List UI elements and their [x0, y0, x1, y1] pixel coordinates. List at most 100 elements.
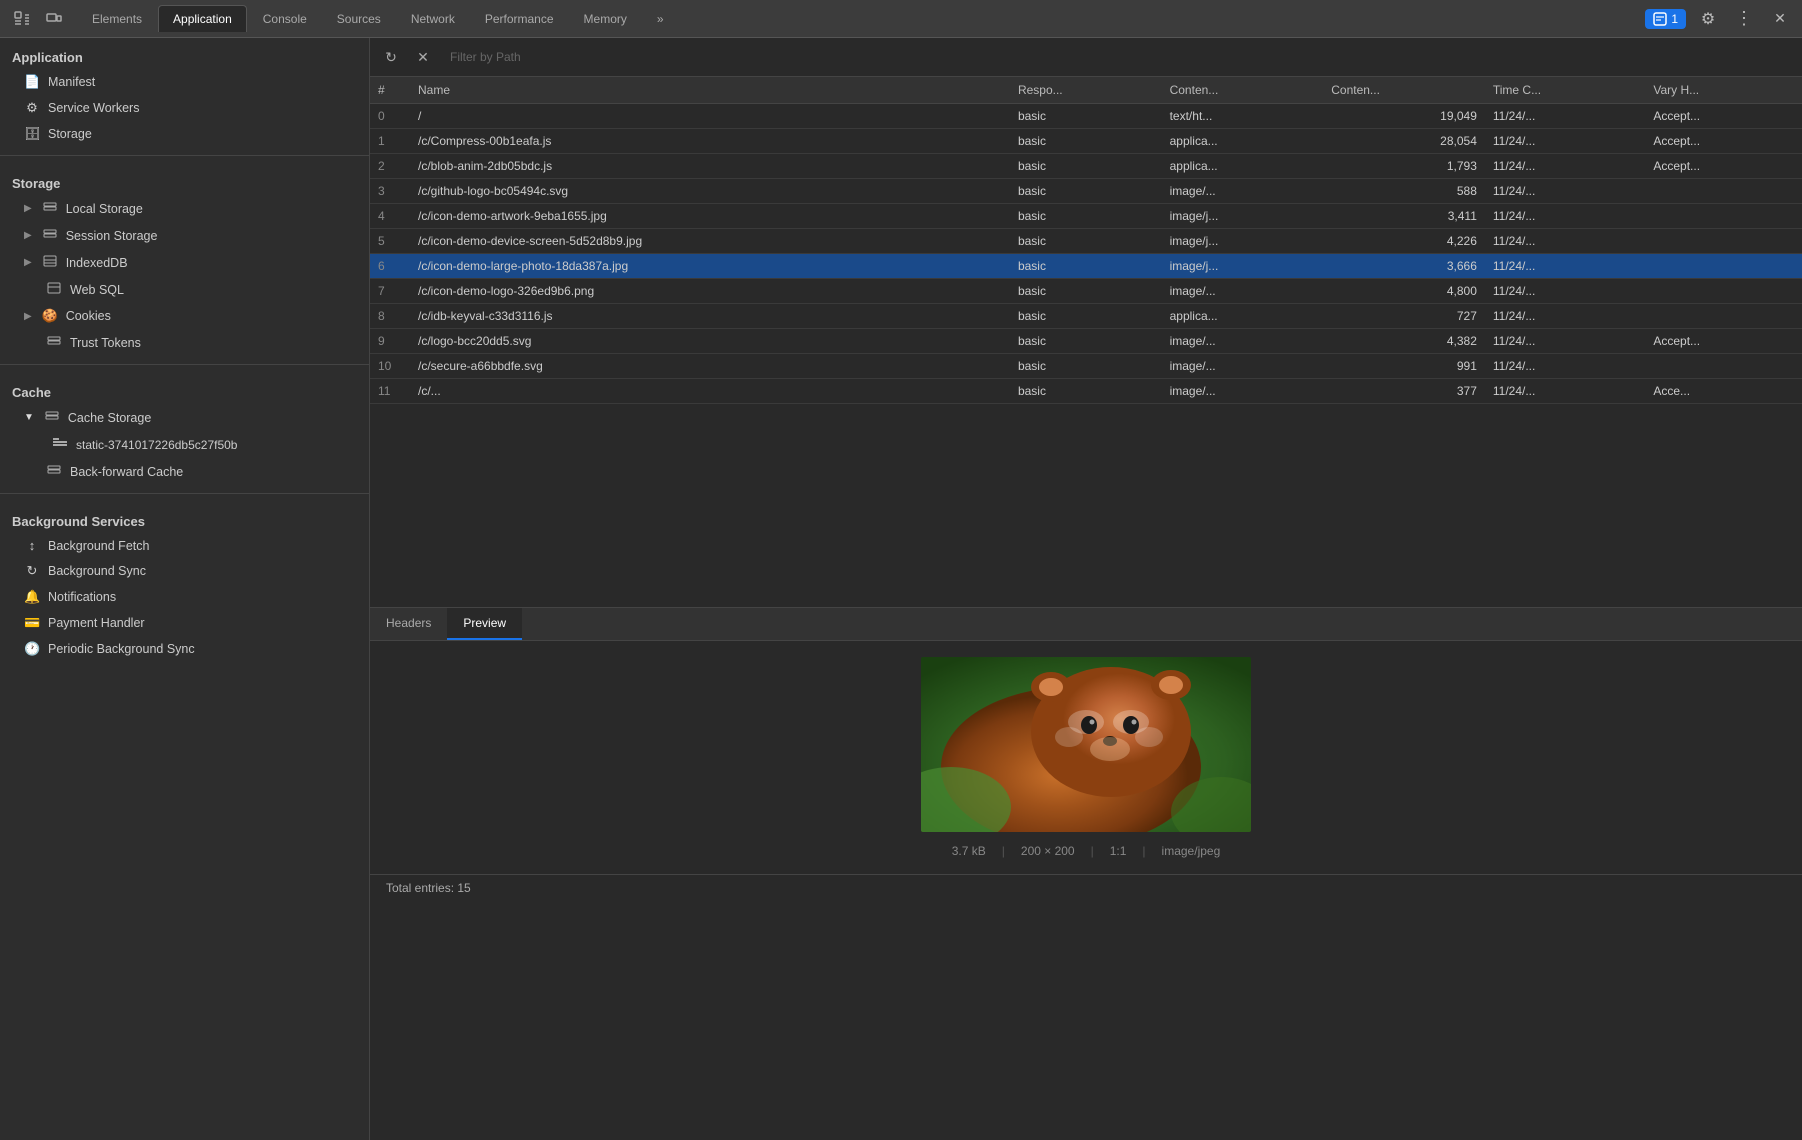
cache-entries-table: # Name Respo... Conten... Conten... Time… [370, 77, 1802, 404]
sidebar-item-cache-storage[interactable]: ▼ Cache Storage [0, 404, 369, 431]
cell-content2: 377 [1323, 379, 1485, 404]
cell-response: basic [1010, 129, 1162, 154]
cell-response: basic [1010, 329, 1162, 354]
tab-performance[interactable]: Performance [471, 6, 568, 32]
inspect-icon[interactable] [8, 5, 36, 33]
table-row[interactable]: 9 /c/logo-bcc20dd5.svg basic image/... 4… [370, 329, 1802, 354]
sidebar-item-trust-tokens[interactable]: Trust Tokens [0, 329, 369, 356]
table-row[interactable]: 7 /c/icon-demo-logo-326ed9b6.png basic i… [370, 279, 1802, 304]
tab-application[interactable]: Application [158, 5, 247, 32]
sidebar-item-periodic-bg-sync[interactable]: 🕐 Periodic Background Sync [0, 636, 369, 662]
tab-network[interactable]: Network [397, 6, 469, 32]
filter-input[interactable] [442, 46, 1794, 68]
preview-image-container [921, 657, 1251, 832]
table-row[interactable]: 8 /c/idb-keyval-c33d3116.js basic applic… [370, 304, 1802, 329]
more-dots-icon[interactable]: ⋮ [1730, 5, 1758, 33]
sidebar-item-storage-main[interactable]: 🗄 Storage [0, 121, 369, 147]
sidebar-item-websql[interactable]: Web SQL [0, 276, 369, 303]
table-row[interactable]: 0 / basic text/ht... 19,049 11/24/... Ac… [370, 104, 1802, 129]
local-storage-icon [42, 200, 58, 217]
image-type: image/jpeg [1162, 844, 1221, 858]
tab-elements[interactable]: Elements [78, 6, 156, 32]
cache-sub-icon [52, 436, 68, 453]
refresh-button[interactable]: ↻ [378, 44, 404, 70]
tab-memory[interactable]: Memory [570, 6, 641, 32]
sidebar-item-cache-storage-sub[interactable]: static-3741017226db5c27f50b [0, 431, 369, 458]
devtools-actions [8, 5, 68, 33]
cell-content1: image/... [1162, 329, 1324, 354]
payment-handler-icon: 💳 [24, 615, 40, 631]
tab-more[interactable]: » [643, 6, 678, 32]
col-name: Name [410, 77, 1010, 104]
cell-name: /c/icon-demo-logo-326ed9b6.png [410, 279, 1010, 304]
content-area: ↻ ✕ # Name Respo... Conten... Conten... … [370, 38, 1802, 1140]
device-toolbar-icon[interactable] [40, 5, 68, 33]
bg-sync-icon: ↻ [24, 563, 40, 579]
settings-icon[interactable]: ⚙ [1694, 5, 1722, 33]
cell-content2: 1,793 [1323, 154, 1485, 179]
indexeddb-icon [42, 254, 58, 271]
cell-name: /c/icon-demo-large-photo-18da387a.jpg [410, 254, 1010, 279]
table-row[interactable]: 11 /c/... basic image/... 377 11/24/... … [370, 379, 1802, 404]
cell-content2: 4,800 [1323, 279, 1485, 304]
trust-tokens-icon [46, 334, 62, 351]
websql-icon [46, 281, 62, 298]
cell-content2: 3,666 [1323, 254, 1485, 279]
cell-time: 11/24/... [1485, 329, 1645, 354]
table-row[interactable]: 1 /c/Compress-00b1eafa.js basic applica.… [370, 129, 1802, 154]
image-ratio: 1:1 [1110, 844, 1127, 858]
cell-name: /c/idb-keyval-c33d3116.js [410, 304, 1010, 329]
cell-id: 4 [370, 204, 410, 229]
cell-time: 11/24/... [1485, 104, 1645, 129]
clear-button[interactable]: ✕ [410, 44, 436, 70]
sidebar-item-backforward-cache[interactable]: Back-forward Cache [0, 458, 369, 485]
notification-count[interactable]: 1 [1645, 9, 1686, 29]
session-storage-icon [42, 227, 58, 244]
storage-main-icon: 🗄 [24, 126, 40, 142]
tab-bar-right: 1 ⚙ ⋮ ✕ [1645, 5, 1794, 33]
cell-time: 11/24/... [1485, 279, 1645, 304]
cell-content1: applica... [1162, 304, 1324, 329]
notifications-icon: 🔔 [24, 589, 40, 605]
sidebar-item-notifications[interactable]: 🔔 Notifications [0, 584, 369, 610]
cell-id: 3 [370, 179, 410, 204]
cell-name: / [410, 104, 1010, 129]
table-row[interactable]: 5 /c/icon-demo-device-screen-5d52d8b9.jp… [370, 229, 1802, 254]
sidebar-item-bg-fetch[interactable]: ↕ Background Fetch [0, 533, 369, 558]
cell-time: 11/24/... [1485, 379, 1645, 404]
cell-id: 7 [370, 279, 410, 304]
sidebar-item-manifest[interactable]: 📄 Manifest [0, 69, 369, 95]
cell-content2: 4,382 [1323, 329, 1485, 354]
tab-preview[interactable]: Preview [447, 608, 522, 640]
sidebar-item-payment-handler[interactable]: 💳 Payment Handler [0, 610, 369, 636]
sidebar-item-indexeddb[interactable]: ▶ IndexedDB [0, 249, 369, 276]
cell-content1: image/... [1162, 354, 1324, 379]
cell-name: /c/icon-demo-artwork-9eba1655.jpg [410, 204, 1010, 229]
table-row[interactable]: 3 /c/github-logo-bc05494c.svg basic imag… [370, 179, 1802, 204]
sidebar-item-bg-sync[interactable]: ↻ Background Sync [0, 558, 369, 584]
table-row[interactable]: 10 /c/secure-a66bbdfe.svg basic image/..… [370, 354, 1802, 379]
cell-response: basic [1010, 304, 1162, 329]
cell-content1: image/... [1162, 379, 1324, 404]
cell-vary [1645, 254, 1802, 279]
cell-time: 11/24/... [1485, 254, 1645, 279]
cell-name: /c/... [410, 379, 1010, 404]
tab-console[interactable]: Console [249, 6, 321, 32]
divider-1 [0, 155, 369, 156]
sidebar-item-cookies[interactable]: ▶ 🍪 Cookies [0, 303, 369, 329]
table-row[interactable]: 6 /c/icon-demo-large-photo-18da387a.jpg … [370, 254, 1802, 279]
sidebar-item-session-storage[interactable]: ▶ Session Storage [0, 222, 369, 249]
table-row[interactable]: 4 /c/icon-demo-artwork-9eba1655.jpg basi… [370, 204, 1802, 229]
table-row[interactable]: 2 /c/blob-anim-2db05bdc.js basic applica… [370, 154, 1802, 179]
tab-sources[interactable]: Sources [323, 6, 395, 32]
section-application: Application [0, 38, 369, 69]
close-icon[interactable]: ✕ [1766, 5, 1794, 33]
tab-headers[interactable]: Headers [370, 608, 447, 640]
cell-name: /c/logo-bcc20dd5.svg [410, 329, 1010, 354]
cell-content2: 28,054 [1323, 129, 1485, 154]
expand-arrow-cache-icon: ▼ [24, 412, 34, 423]
sidebar-item-service-workers[interactable]: ⚙ Service Workers [0, 95, 369, 121]
sidebar-item-local-storage[interactable]: ▶ Local Storage [0, 195, 369, 222]
cell-content1: text/ht... [1162, 104, 1324, 129]
main-layout: Application 📄 Manifest ⚙ Service Workers… [0, 38, 1802, 1140]
